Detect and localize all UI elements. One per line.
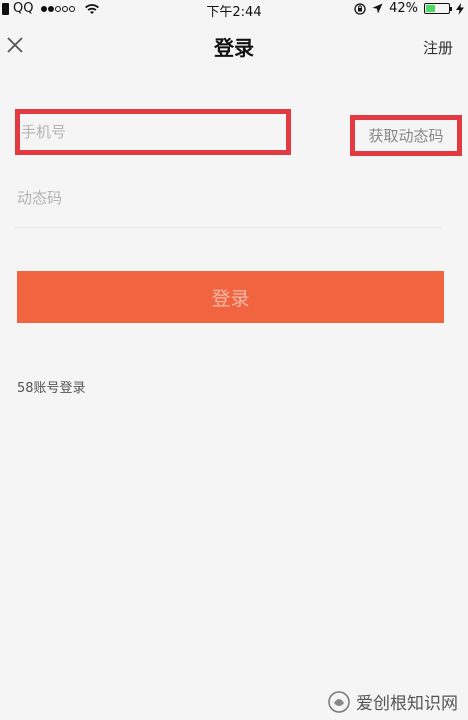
watermark-text: 爱创根知识网 [356,694,458,714]
account-login-link[interactable]: 58账号登录 [17,377,86,396]
code-input[interactable] [15,182,443,214]
battery-icon [424,3,452,14]
phone-input[interactable] [20,123,286,141]
status-bar: QQ 下午2:44 42% [0,0,468,20]
rotation-lock-icon [354,2,366,15]
watermark-logo-icon [328,690,350,713]
battery-percent: 42% [389,1,418,16]
code-divider [15,227,441,228]
status-right: 42% [354,1,464,16]
battery-fill [426,5,436,12]
login-button[interactable]: 登录 [17,271,444,323]
battery-tip [450,7,452,11]
location-icon [372,3,383,14]
nav-bar: 登录 注册 [0,20,468,72]
page-title: 登录 [214,36,254,60]
phone-field-highlight [15,109,291,155]
watermark: 爱创根知识网 [328,689,458,714]
code-field [15,182,443,228]
charging-bolt-icon [456,2,464,15]
register-link[interactable]: 注册 [423,37,453,58]
get-code-button[interactable]: 获取动态码 [350,115,462,156]
